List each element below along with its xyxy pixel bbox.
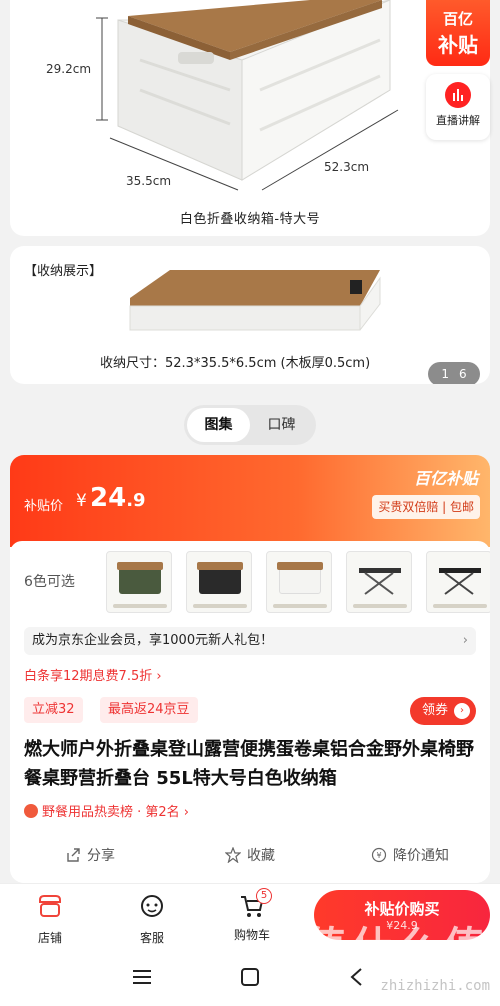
- storage-size: 收纳尺寸：52.3*35.5*6.5cm (木板厚0.5cm): [100, 356, 371, 371]
- price-amount: 24.9: [90, 483, 146, 513]
- price-decimal: .9: [126, 490, 146, 511]
- store-button[interactable]: 店铺: [20, 892, 80, 946]
- subsidy-label: 百亿补贴: [413, 469, 478, 488]
- customer-service-button[interactable]: 客服: [122, 892, 182, 946]
- gallery-tabs: 图集 口碑: [184, 405, 316, 445]
- cart-icon-wrap: 5: [238, 888, 272, 920]
- ranking-link[interactable]: 野餐用品热卖榜 · 第2名 ›: [24, 801, 189, 820]
- subsidy-badge-line1: 百亿: [442, 10, 473, 28]
- variant-thumb[interactable]: [186, 551, 252, 613]
- share-label: 分享: [87, 848, 115, 864]
- claim-coupon-button[interactable]: 领券 ›: [410, 697, 476, 725]
- share-icon: [67, 848, 80, 862]
- chevron-right-icon: ›: [454, 703, 470, 719]
- image-caption: 白色折叠收纳箱-特大号: [179, 212, 321, 227]
- product-card: 补贴价 ¥ 24.9 百亿补贴 买贵双倍赔 | 包邮 6色可选 成为京东企业会员…: [10, 455, 490, 883]
- subsidy-badge[interactable]: 百亿 补贴: [426, 0, 490, 66]
- storage-tag: 【收纳展示】: [24, 264, 103, 279]
- dimension-width: 35.5cm: [126, 174, 172, 188]
- coupon-beans[interactable]: 最高返24京豆: [100, 697, 198, 723]
- product-image-main[interactable]: 29.2cm 35.5cm 52.3cm 白色折叠收纳箱-特大号: [10, 0, 490, 236]
- storage-box-illustration: [96, 0, 399, 191]
- store-icon: [39, 895, 61, 917]
- product-info: 6色可选 成为京东企业会员，享1000元新人礼包！ › 白条享12期息费7.5折…: [10, 541, 490, 883]
- image-pager: 1 6: [428, 362, 480, 384]
- installment-promo[interactable]: 白条享12期息费7.5折 ›: [24, 665, 162, 684]
- cart-count-badge: 5: [256, 888, 272, 904]
- share-button[interactable]: 分享: [10, 839, 170, 873]
- box-icon: [279, 566, 321, 594]
- price-tag-icon: ¥: [371, 847, 387, 863]
- chat-icon: [141, 895, 163, 917]
- live-explain-button[interactable]: 直播讲解: [426, 74, 490, 140]
- service-label: 客服: [139, 931, 164, 945]
- price-label: 补贴价: [24, 499, 64, 514]
- member-promo-text: 成为京东企业会员，享1000元新人礼包！: [32, 633, 274, 648]
- price-bar: 补贴价 ¥ 24.9 百亿补贴 买贵双倍赔 | 包邮: [10, 455, 490, 547]
- lid-icon: [197, 562, 243, 570]
- live-icon: [445, 82, 471, 108]
- cart-button[interactable]: 5 购物车: [222, 888, 282, 943]
- tab-reviews[interactable]: 口碑: [250, 408, 313, 442]
- variant-thumb[interactable]: [346, 551, 412, 613]
- box-icon: [199, 566, 241, 594]
- star-icon: [225, 847, 241, 863]
- variant-count[interactable]: 6色可选: [24, 571, 75, 591]
- back-icon[interactable]: [346, 966, 368, 988]
- ranking-text: 野餐用品热卖榜 · 第2名 ›: [42, 805, 189, 820]
- home-icon[interactable]: [239, 966, 261, 988]
- product-title: 燃大师户外折叠桌登山露营便携蛋卷桌铝合金野外桌椅野餐桌野营折叠台 55L特大号白…: [24, 739, 474, 789]
- price-currency: ¥: [76, 491, 87, 511]
- medal-icon: [24, 804, 38, 818]
- chevron-right-icon: ›: [462, 633, 468, 648]
- svg-text:¥: ¥: [376, 851, 381, 860]
- box-icon: [119, 566, 161, 594]
- menu-icon[interactable]: [131, 967, 153, 987]
- favorite-label: 收藏: [247, 848, 275, 864]
- lid-icon: [117, 562, 163, 570]
- cart-label: 购物车: [233, 928, 270, 942]
- price-alert-label: 降价通知: [393, 848, 449, 864]
- guarantee-badge[interactable]: 买贵双倍赔 | 包邮: [372, 495, 480, 519]
- folded-box-illustration: [129, 270, 381, 331]
- variant-thumb[interactable]: [106, 551, 172, 613]
- dimension-height: 29.2cm: [46, 62, 92, 76]
- dimension-length: 52.3cm: [324, 160, 370, 174]
- variant-thumbnails: [106, 551, 490, 613]
- pager-total: 6: [459, 367, 467, 381]
- lid-icon: [277, 562, 323, 570]
- table-icon: [439, 568, 481, 595]
- subsidy-badge-line2: 补贴: [438, 33, 478, 57]
- variant-thumb[interactable]: [426, 551, 490, 613]
- variant-thumb[interactable]: [266, 551, 332, 613]
- watermark-url: zhizhizhi.com: [380, 978, 490, 994]
- claim-coupon-label: 领券: [422, 703, 449, 718]
- coupon-discount[interactable]: 立减32: [24, 697, 83, 723]
- member-promo[interactable]: 成为京东企业会员，享1000元新人礼包！ ›: [24, 627, 476, 655]
- product-image-storage[interactable]: 【收纳展示】 收纳尺寸：52.3*35.5*6.5cm (木板厚0.5cm) 1…: [10, 246, 490, 384]
- price-alert-button[interactable]: ¥ 降价通知: [330, 839, 490, 873]
- product-actions: 分享 收藏 ¥ 降价通知: [10, 839, 490, 873]
- table-icon: [359, 568, 401, 595]
- store-label: 店铺: [37, 931, 62, 945]
- pager-current: 1: [441, 367, 449, 381]
- price-integer: 24: [90, 483, 127, 513]
- favorite-button[interactable]: 收藏: [170, 839, 330, 873]
- live-explain-label: 直播讲解: [436, 114, 480, 127]
- tab-gallery[interactable]: 图集: [187, 408, 250, 442]
